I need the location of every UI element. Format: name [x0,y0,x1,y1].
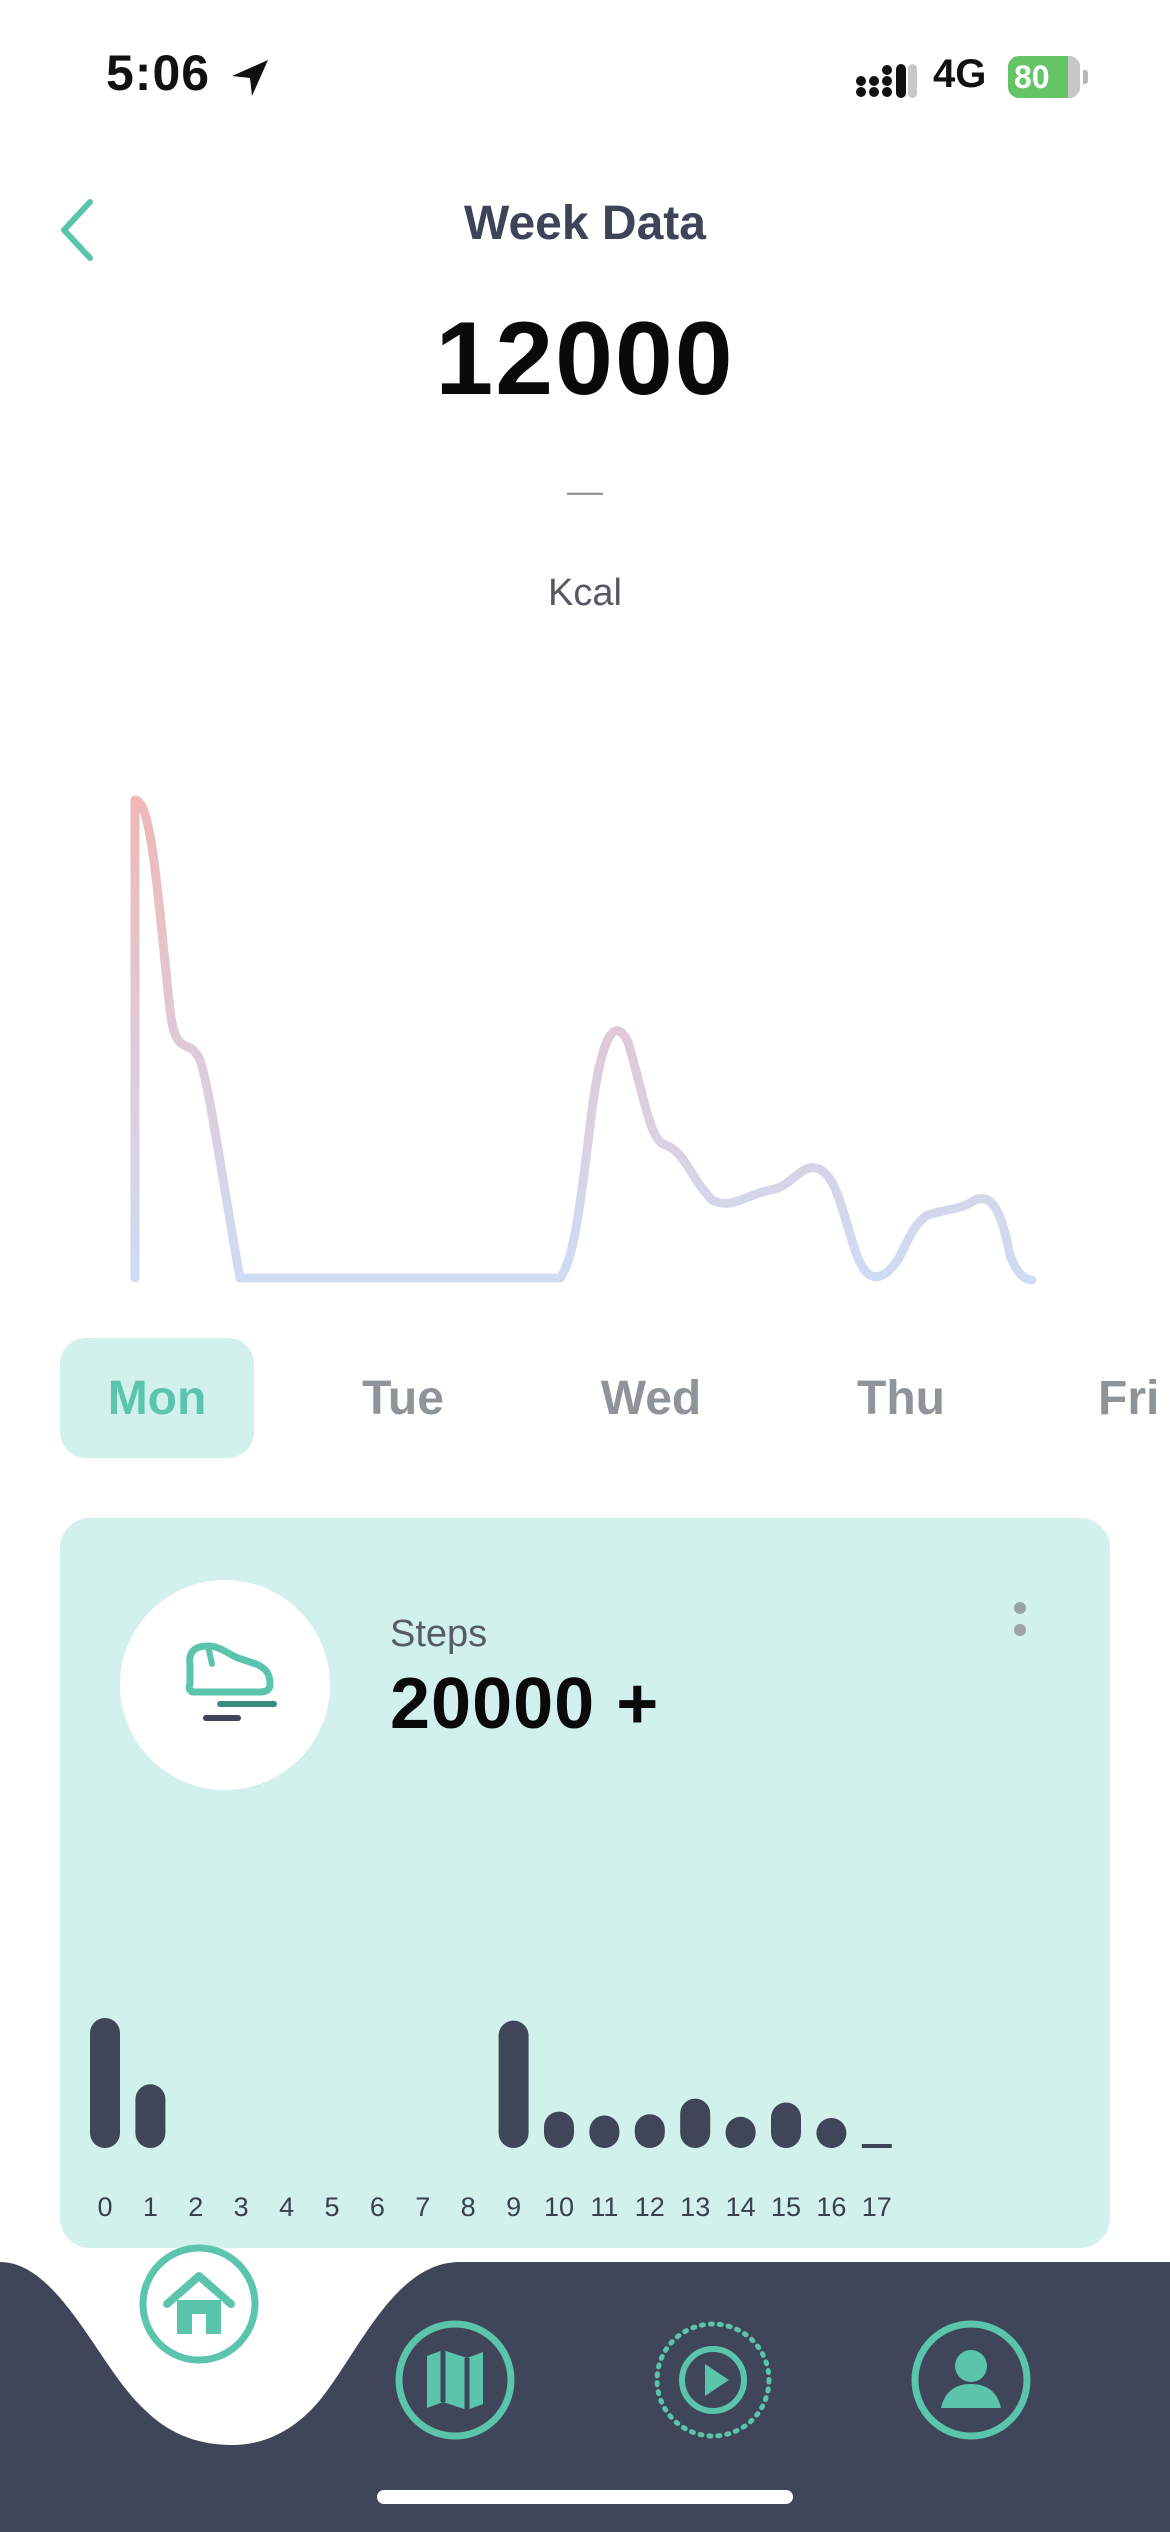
hour-tick-label: 2 [188,2192,203,2222]
hour-tick-label: 5 [324,2192,339,2222]
tab-wed[interactable]: Wed [566,1338,736,1458]
nav-map-button[interactable] [393,2318,517,2442]
separator-dash: — [567,470,603,511]
hour-tick-label: 9 [506,2192,521,2222]
hour-tick-label: 7 [415,2192,430,2222]
steps-card[interactable]: Steps 20000 + 0 1 2 3 4 5 6 7 8 9 10 11 12 13 14 15 16 17 [60,1518,1110,2248]
hour-tick-label: 17 [862,2192,892,2222]
kcal-curve-line [130,795,1037,1285]
tab-thu[interactable]: Thu [816,1338,986,1458]
play-icon [679,2346,747,2414]
hour-tick-label: 10 [544,2192,574,2222]
steps-bar [680,2098,711,2148]
network-type: 4G [933,52,987,96]
steps-bar [544,2111,574,2148]
hour-tick-label: 13 [680,2192,710,2222]
hour-tick-label: 4 [279,2192,294,2222]
hour-tick-label: 0 [97,2192,112,2222]
kcal-curve-chart [130,795,1037,1285]
page-title: Week Data [464,197,706,250]
profile-icon [941,2350,1001,2408]
hour-tick-label: 6 [370,2192,385,2222]
unit-label: Kcal [548,572,622,614]
status-time: 5:06 [106,45,211,101]
nav-home-button[interactable] [137,2242,261,2366]
steps-bar [135,2084,166,2148]
steps-bar [725,2116,756,2148]
steps-bar [498,2020,529,2148]
steps-bar [90,2018,120,2148]
tab-mon[interactable]: Mon [60,1338,254,1458]
steps-bar [589,2115,620,2148]
nav-profile-button[interactable] [909,2318,1033,2442]
map-icon [427,2350,483,2410]
steps-bar [861,2144,892,2148]
home-indicator [377,2490,793,2504]
tab-fri[interactable]: Fri [1066,1338,1170,1458]
steps-bar [771,2102,801,2148]
hour-tick-label: 8 [461,2192,476,2222]
steps-bar [634,2114,665,2148]
nav-play-button[interactable] [651,2318,775,2442]
location-arrow-icon [232,60,268,96]
hour-tick-label: 11 [590,2192,618,2222]
battery-level: 80 [1014,59,1050,95]
hour-tick-label: 16 [816,2192,846,2222]
hour-tick-label: 15 [771,2192,801,2222]
steps-bar [816,2118,847,2148]
hourly-steps-bar-chart: 0 1 2 3 4 5 6 7 8 9 10 11 12 13 14 15 16 17 [90,2018,892,2222]
hour-tick-label: 3 [234,2192,249,2222]
signal-icon [856,64,917,98]
kcal-total-value: 12000 [435,301,735,417]
tab-tue[interactable]: Tue [318,1338,488,1458]
hour-tick-label: 12 [635,2192,665,2222]
battery-charging-icon: 80 [1008,56,1088,98]
hour-tick-label: 14 [726,2192,756,2222]
hour-tick-label: 1 [143,2192,158,2222]
